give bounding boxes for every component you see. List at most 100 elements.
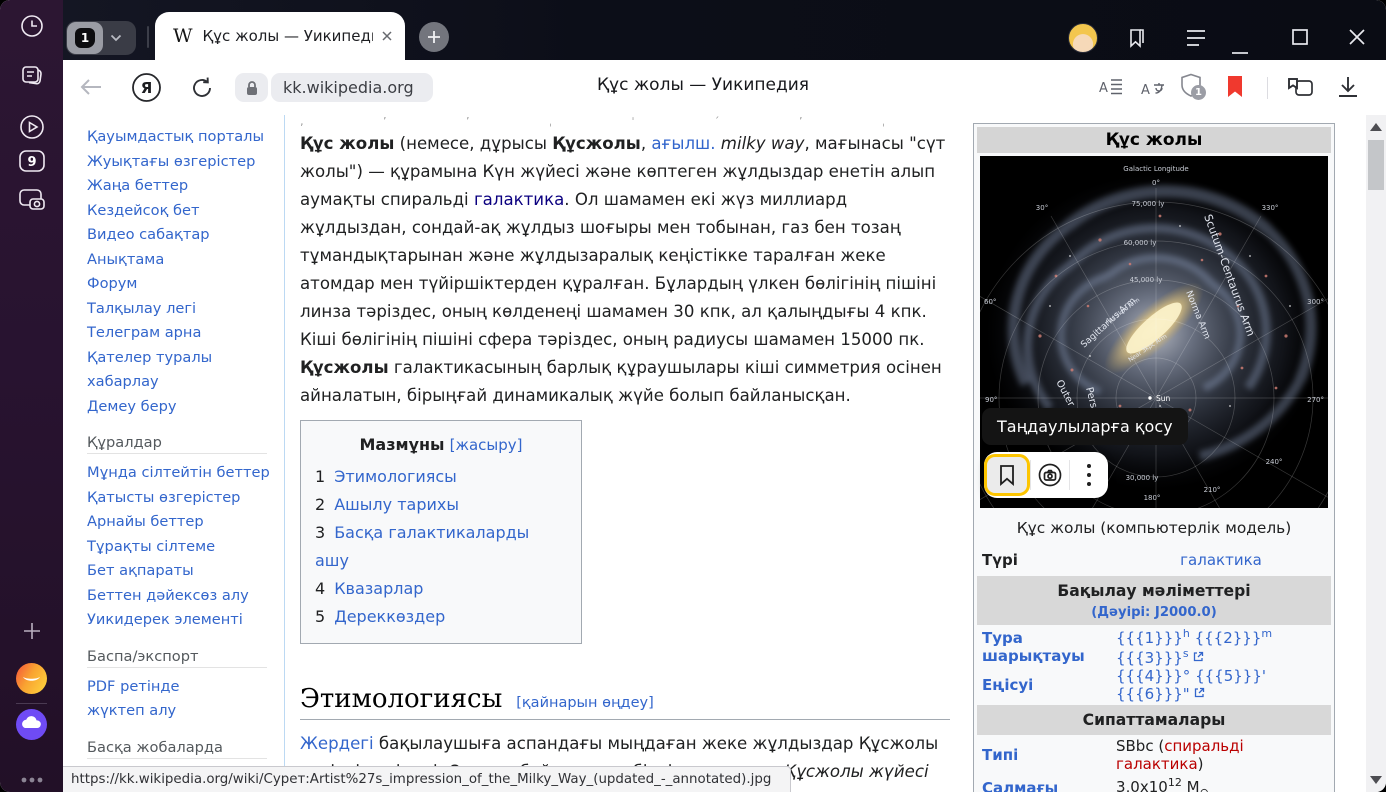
screenshot-icon[interactable] — [0, 182, 63, 218]
toc-hide-link[interactable]: [жасыру] — [450, 436, 523, 454]
translate-icon[interactable]: A — [1141, 77, 1167, 101]
browser-tab-active[interactable]: W Құс жолы — Уикипедия — [155, 12, 405, 60]
image-caption: Құс жолы (компьютерлік модель) — [976, 508, 1332, 545]
row-label-link[interactable]: Салмағы — [982, 779, 1106, 792]
infobox-row-ra: Тура шарықтауы {{{1}}}h {{{2}}}m {{{3}}}… — [976, 627, 1332, 667]
edit-section-link[interactable]: [қайнарын өңдеу] — [516, 695, 653, 711]
scroll-down-arrow[interactable] — [1370, 776, 1382, 784]
external-link-icon[interactable] — [1193, 651, 1204, 662]
toc-link[interactable]: Этимологиясы — [334, 467, 457, 486]
nav-link[interactable]: Видео сабақтар — [87, 223, 289, 248]
nav-link[interactable]: Демеу беру — [87, 395, 289, 420]
nav-link[interactable]: PDF ретінде жүктеп алу — [87, 675, 239, 724]
bookmarks-panel-icon[interactable] — [1125, 26, 1149, 54]
nav-link[interactable]: Қауымдастық порталы — [87, 125, 289, 150]
browser-window: 9 1 W — [0, 0, 1386, 792]
nav-link[interactable]: Қатысты өзгерістер — [87, 486, 289, 511]
article-text: , — [641, 134, 652, 153]
nav-link[interactable]: Уикидерек элементі — [87, 608, 289, 633]
scrollbar-thumb[interactable] — [1368, 140, 1384, 190]
galaxy-label: Galactic Longitude — [1123, 165, 1188, 173]
video-icon[interactable] — [0, 109, 63, 145]
row-label-link[interactable]: Типі — [982, 746, 1106, 764]
nav-link[interactable]: Талқылау легі — [87, 297, 289, 322]
ra-unit: h — [1183, 627, 1190, 640]
morph-text: ) — [1198, 755, 1204, 773]
notes-icon[interactable] — [0, 57, 63, 93]
nav-link[interactable]: Анықтама — [87, 248, 289, 273]
scroll-up-arrow[interactable] — [1370, 123, 1382, 131]
heading-text: Этимологиясы — [300, 684, 502, 714]
minimize-button[interactable] — [1231, 40, 1249, 59]
history-icon[interactable] — [0, 8, 63, 44]
reload-button[interactable] — [189, 75, 215, 105]
tab-panel-icon[interactable] — [1285, 75, 1315, 105]
close-button[interactable] — [1347, 27, 1367, 51]
add-panel-icon[interactable] — [0, 613, 63, 649]
sidebar-more-icon[interactable] — [0, 762, 63, 792]
toc-link[interactable]: Ашылу тарихы — [334, 495, 459, 514]
dec-value: {{{4}}}° — [1116, 667, 1190, 685]
nav-link[interactable]: Тұрақты сілтеме — [87, 535, 289, 560]
epoch-link[interactable]: (Дәуірі: J2000.0) — [977, 603, 1331, 622]
yandex-mail-icon[interactable] — [0, 660, 63, 696]
external-link-icon[interactable] — [1194, 687, 1205, 698]
nav-link[interactable]: Жуықтағы өзгерістер — [87, 150, 289, 175]
row-label: Түрі — [982, 551, 1106, 569]
row-label-link[interactable]: Тура шарықтауы — [982, 629, 1106, 665]
nav-link[interactable]: Беттен дәйексөз алу — [87, 584, 289, 609]
nav-link[interactable]: Телеграм арна — [87, 321, 289, 346]
intro-paragraph: Құс жолы (немесе, дұрысы Құсжолы, ағылш.… — [300, 130, 950, 410]
back-button[interactable] — [79, 77, 103, 101]
nav-link[interactable]: Жаңа беттер — [87, 174, 289, 199]
nav-link[interactable]: Мұнда сілтейтін беттер — [87, 461, 289, 486]
tabs-counter-icon[interactable]: 9 — [0, 143, 63, 179]
status-bar: https://kk.wikipedia.org/wiki/Сурет:Arti… — [63, 766, 791, 792]
nav-link[interactable]: Кездейсоқ бет — [87, 199, 289, 224]
infobox-image[interactable]: Galactic Longitude 0° 30° 330° 60° 300° … — [980, 156, 1328, 508]
site-security-lock[interactable] — [235, 73, 268, 102]
image-more-button[interactable] — [1070, 452, 1108, 498]
galaxy-label: 210° — [1204, 486, 1221, 494]
wiki-link[interactable]: ағылш. — [651, 134, 715, 153]
nav-link[interactable]: Бет ақпараты — [87, 559, 289, 584]
toc-link[interactable]: Басқа галактикаларды ашу — [315, 523, 529, 570]
dec-value: {{{5}}}' — [1195, 667, 1266, 685]
tab-close-icon[interactable] — [381, 30, 393, 42]
maximize-button[interactable] — [1291, 28, 1309, 50]
wiki-link-visited[interactable]: галактика — [474, 190, 564, 209]
downloads-icon[interactable] — [1337, 76, 1359, 103]
yandex-button[interactable]: Я — [131, 72, 162, 107]
galaxy-ring-label: 45,000 ly — [1130, 276, 1163, 284]
menu-icon[interactable] — [1185, 29, 1207, 51]
browser-sidebar: 9 — [0, 0, 63, 792]
toc-link[interactable]: Квазарлар — [334, 579, 423, 598]
galaxy-ring-label: 30,000 ly — [1126, 474, 1159, 482]
new-tab-button[interactable] — [419, 22, 449, 52]
infobox-title: Құс жолы — [977, 127, 1331, 153]
address-bar[interactable]: kk.wikipedia.org — [271, 73, 433, 102]
adblock-shield-icon[interactable]: 1 — [1179, 73, 1203, 103]
scrollbar[interactable] — [1366, 115, 1386, 792]
tab-group-chip[interactable]: 1 — [66, 21, 136, 55]
image-actions-bar — [984, 452, 1108, 498]
galaxy-link[interactable]: галактика — [1180, 551, 1262, 569]
toc-link[interactable]: Дереккөздер — [334, 607, 445, 626]
save-image-button[interactable] — [984, 454, 1030, 496]
row-label-link[interactable]: Еңісуі — [982, 676, 1106, 694]
bookmark-flag-icon[interactable] — [1227, 76, 1243, 102]
nav-section-projects: Басқа жобаларда — [87, 739, 267, 759]
search-by-image-button[interactable] — [1031, 452, 1069, 498]
section-heading: Этимологиясы [қайнарын өңдеу] — [300, 684, 950, 720]
nav-link[interactable]: Арнайы беттер — [87, 510, 289, 535]
nav-link[interactable]: Форум — [87, 272, 289, 297]
article-bold: Құсжолы — [552, 134, 641, 153]
yandex-disk-icon[interactable] — [0, 706, 63, 742]
nav-link[interactable]: Қателер туралы хабарлау — [87, 346, 239, 395]
toc-number: 1 — [315, 467, 325, 486]
wiki-link[interactable]: Жердегі — [300, 734, 374, 753]
toc-item: 5Дереккөздер — [315, 603, 567, 631]
profile-avatar[interactable] — [1068, 23, 1098, 53]
galaxy-ring-label: 75,000 ly — [1132, 200, 1165, 208]
reader-mode-icon[interactable]: A — [1099, 77, 1123, 101]
